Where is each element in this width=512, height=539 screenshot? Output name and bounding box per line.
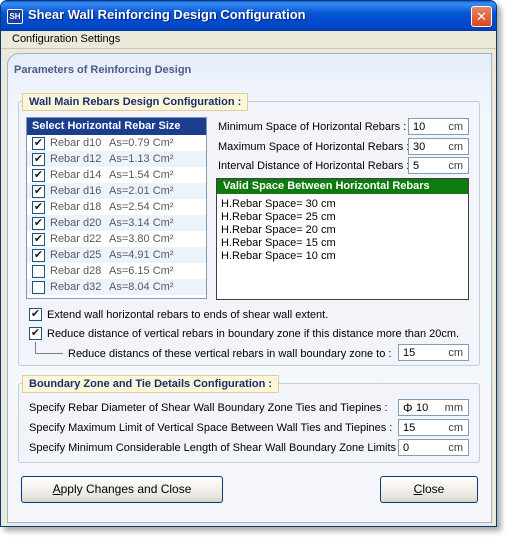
rebar-row[interactable]: Rebar d20 As=3.14 Cm²	[27, 215, 206, 231]
rebar-list-header: Select Horizontal Rebar Size	[27, 118, 206, 135]
rebar-name: Rebar d25	[50, 249, 102, 261]
reduce-distance-label[interactable]: Reduce distance of vertical rebars in bo…	[47, 328, 459, 340]
rebar-area: As=8.04 Cm²	[109, 281, 174, 293]
close-button-label: lose	[422, 482, 445, 496]
max-tie-space-value: 15	[403, 422, 416, 434]
min-length-input[interactable]: 0 cm	[398, 439, 469, 456]
window-close-button[interactable]: ✕	[471, 6, 492, 27]
valid-space-item: H.Rebar Space= 25 cm	[221, 211, 336, 223]
rebar-name: Rebar d22	[50, 233, 102, 245]
rebar-area: As=3.14 Cm²	[109, 217, 174, 229]
rebar-name: Rebar d10	[50, 137, 102, 149]
rebar-name: Rebar d14	[50, 169, 102, 181]
reduce-to-value: 15	[403, 347, 416, 359]
reduce-to-input[interactable]: 15 cm	[398, 344, 469, 361]
menu-configuration-settings[interactable]: Configuration Settings	[12, 33, 120, 45]
rebar-area: As=1.54 Cm²	[109, 169, 174, 181]
apply-and-close-button[interactable]: Apply Changes and Close	[21, 476, 223, 503]
rebar-name: Rebar d18	[50, 201, 102, 213]
max-space-label: Maximum Space of Horizontal Rebars :	[218, 141, 410, 153]
rebar-area: As=3.80 Cm²	[109, 233, 174, 245]
rebar-area: As=2.54 Cm²	[109, 201, 174, 213]
rebar-name: Rebar d28	[50, 265, 102, 277]
min-space-input[interactable]: 10 cm	[408, 118, 469, 135]
rebar-area: As=2.01 Cm²	[109, 185, 174, 197]
reduce-distance-checkbox[interactable]: ✔	[29, 327, 42, 340]
rebar-row[interactable]: Rebar d18 As=2.54 Cm²	[27, 199, 206, 215]
menu-bar: Configuration Settings	[1, 31, 496, 49]
min-length-unit: cm	[448, 442, 463, 454]
interval-value: 5	[413, 160, 420, 172]
extend-rebars-checkbox[interactable]: ✔	[29, 308, 42, 321]
interval-unit: cm	[448, 160, 463, 172]
rebar-name: Rebar d20	[50, 217, 102, 229]
title-bar[interactable]: SH Shear Wall Reinforcing Design Configu…	[1, 1, 496, 31]
rebar-row[interactable]: Rebar d28 As=6.15 Cm²	[27, 263, 206, 279]
rebar-area: As=1.13 Cm²	[109, 153, 174, 165]
rebar-row[interactable]: Rebar d14 As=1.54 Cm²	[27, 167, 206, 183]
extend-rebars-label[interactable]: Extend wall horizontal rebars to ends of…	[47, 309, 328, 321]
tie-diameter-value: 10	[416, 402, 429, 414]
min-space-value: 10	[413, 121, 426, 133]
rebar-row[interactable]: Rebar d25 As=4.91 Cm²	[27, 247, 206, 263]
max-tie-space-unit: cm	[448, 422, 463, 434]
rebar-name: Rebar d32	[50, 281, 102, 293]
valid-space-list: Valid Space Between Horizontal Rebars H.…	[216, 178, 469, 300]
reduce-to-label: Reduce distancs of these vertical rebars…	[68, 348, 392, 360]
max-space-value: 30	[413, 141, 426, 153]
interval-input[interactable]: 5 cm	[408, 157, 469, 174]
max-space-unit: cm	[448, 141, 463, 153]
close-button[interactable]: Close	[380, 476, 478, 503]
apply-button-label: pply Changes and Close	[60, 482, 192, 496]
max-tie-space-input[interactable]: 15 cm	[398, 419, 469, 436]
min-length-value: 0	[403, 442, 410, 454]
rebar-checkbox[interactable]	[32, 201, 45, 214]
close-icon: ✕	[476, 9, 487, 24]
valid-space-item: H.Rebar Space= 15 cm	[221, 237, 336, 249]
rebar-size-list: Select Horizontal Rebar Size Rebar d10 As…	[26, 117, 207, 299]
rebar-checkbox[interactable]	[32, 281, 45, 294]
rebar-row[interactable]: Rebar d32 As=8.04 Cm²	[27, 279, 206, 295]
tie-diameter-label: Specify Rebar Diameter of Shear Wall Bou…	[29, 402, 388, 414]
rebar-name: Rebar d12	[50, 153, 102, 165]
rebar-checkbox[interactable]	[32, 137, 45, 150]
max-space-input[interactable]: 30 cm	[408, 138, 469, 155]
max-tie-space-label: Specify Maximum Limit of Vertical Space …	[29, 422, 393, 434]
valid-space-item: H.Rebar Space= 10 cm	[221, 250, 336, 262]
reduce-to-unit: cm	[448, 347, 463, 359]
window-title: Shear Wall Reinforcing Design Configurat…	[28, 7, 306, 22]
rebar-checkbox[interactable]	[32, 169, 45, 182]
min-space-label: Minimum Space of Horizontal Rebars :	[218, 121, 407, 133]
rebar-area: As=0.79 Cm²	[109, 137, 174, 149]
tie-diameter-unit: mm	[444, 402, 463, 414]
rebar-checkbox[interactable]	[32, 153, 45, 166]
rebar-area: As=4.91 Cm²	[109, 249, 174, 261]
phi-icon: Φ	[403, 401, 413, 415]
valid-space-item: H.Rebar Space= 20 cm	[221, 224, 336, 236]
valid-space-item: H.Rebar Space= 30 cm	[221, 198, 336, 210]
rebar-checkbox[interactable]	[32, 265, 45, 278]
boundary-caption: Boundary Zone and Tie Details Configurat…	[22, 375, 280, 393]
rebar-row[interactable]: Rebar d12 As=1.13 Cm²	[27, 151, 206, 167]
apply-button-mnemonic: A	[52, 482, 61, 496]
app-icon: SH	[7, 9, 23, 24]
rebar-checkbox[interactable]	[32, 233, 45, 246]
min-length-label: Specify Minimum Considerable Length of S…	[29, 442, 403, 454]
rebar-checkbox[interactable]	[32, 185, 45, 198]
rebar-name: Rebar d16	[50, 185, 102, 197]
main-rebars-caption: Wall Main Rebars Design Configuration :	[22, 93, 249, 111]
rebar-area: As=6.15 Cm²	[109, 265, 174, 277]
min-space-unit: cm	[448, 121, 463, 133]
rebar-row[interactable]: Rebar d10 As=0.79 Cm²	[27, 135, 206, 151]
valid-space-header: Valid Space Between Horizontal Rebars	[217, 179, 468, 194]
panel-title: Parameters of Reinforcing Design	[14, 64, 192, 76]
dialog-window: SH Shear Wall Reinforcing Design Configu…	[0, 0, 497, 527]
rebar-row[interactable]: Rebar d22 As=3.80 Cm²	[27, 231, 206, 247]
interval-label: Interval Distance of Horizontal Rebars :	[218, 160, 410, 172]
rebar-checkbox[interactable]	[32, 249, 45, 262]
rebar-row[interactable]: Rebar d16 As=2.01 Cm²	[27, 183, 206, 199]
tree-connector	[35, 342, 63, 354]
tie-diameter-input[interactable]: Φ 10 mm	[398, 399, 469, 416]
rebar-checkbox[interactable]	[32, 217, 45, 230]
